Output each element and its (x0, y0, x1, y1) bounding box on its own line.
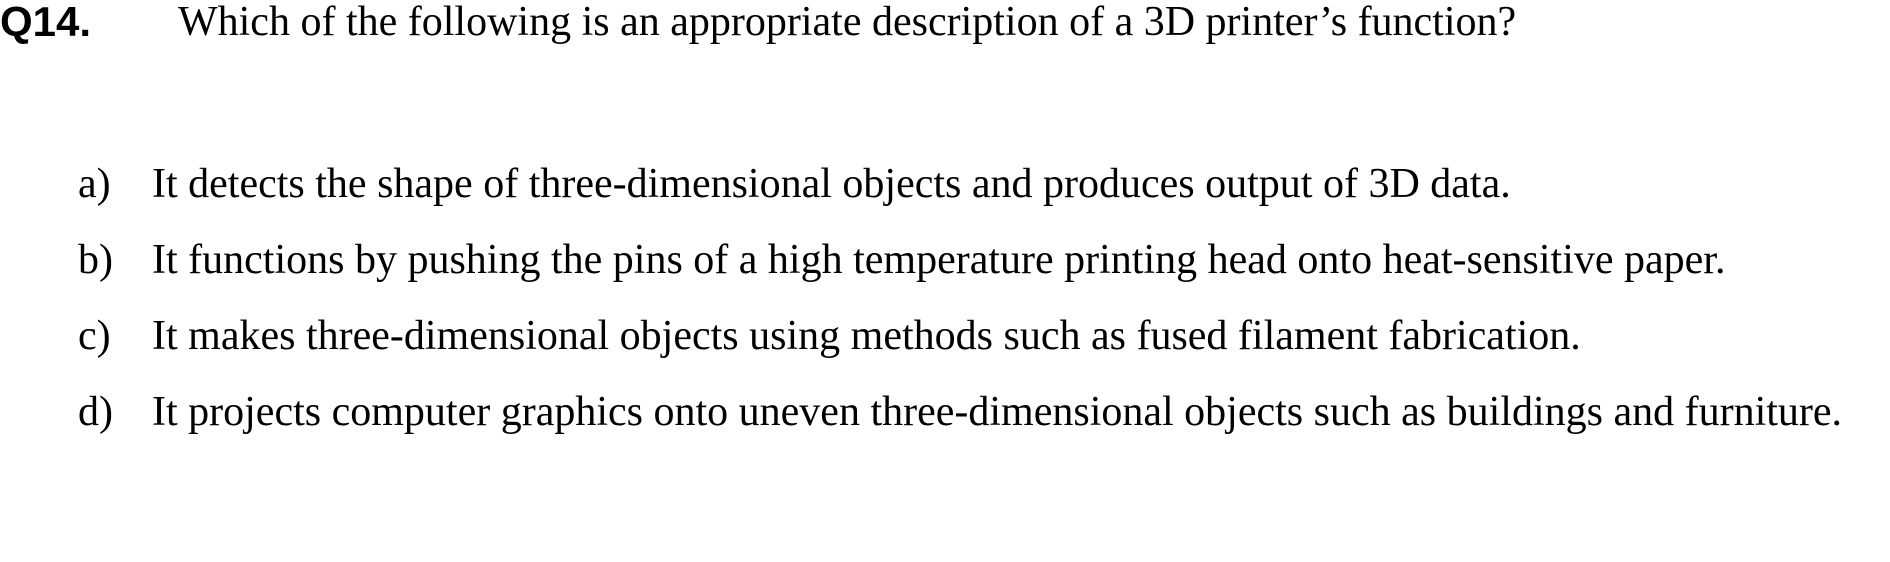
option-c-letter: c) (78, 313, 111, 359)
option-b-letter: b) (78, 237, 113, 283)
option-d: d) It projects computer graphics onto un… (0, 374, 1890, 450)
option-a-text: It detects the shape of three-dimensiona… (152, 161, 1511, 207)
option-d-text: It projects computer graphics onto uneve… (152, 389, 1843, 435)
option-c: c) It makes three-dimensional objects us… (0, 298, 1890, 374)
option-b: b) It functions by pushing the pins of a… (0, 222, 1890, 298)
option-b-text: It functions by pushing the pins of a hi… (152, 237, 1726, 283)
question-text: Which of the following is an appropriate… (178, 0, 1517, 45)
option-a: a) It detects the shape of three-dimensi… (0, 146, 1890, 222)
question-number: Q14. (0, 0, 92, 45)
answer-options: a) It detects the shape of three-dimensi… (0, 146, 1890, 450)
option-c-text: It makes three-dimensional objects using… (152, 313, 1581, 359)
option-a-letter: a) (78, 161, 111, 207)
option-d-letter: d) (78, 389, 113, 435)
